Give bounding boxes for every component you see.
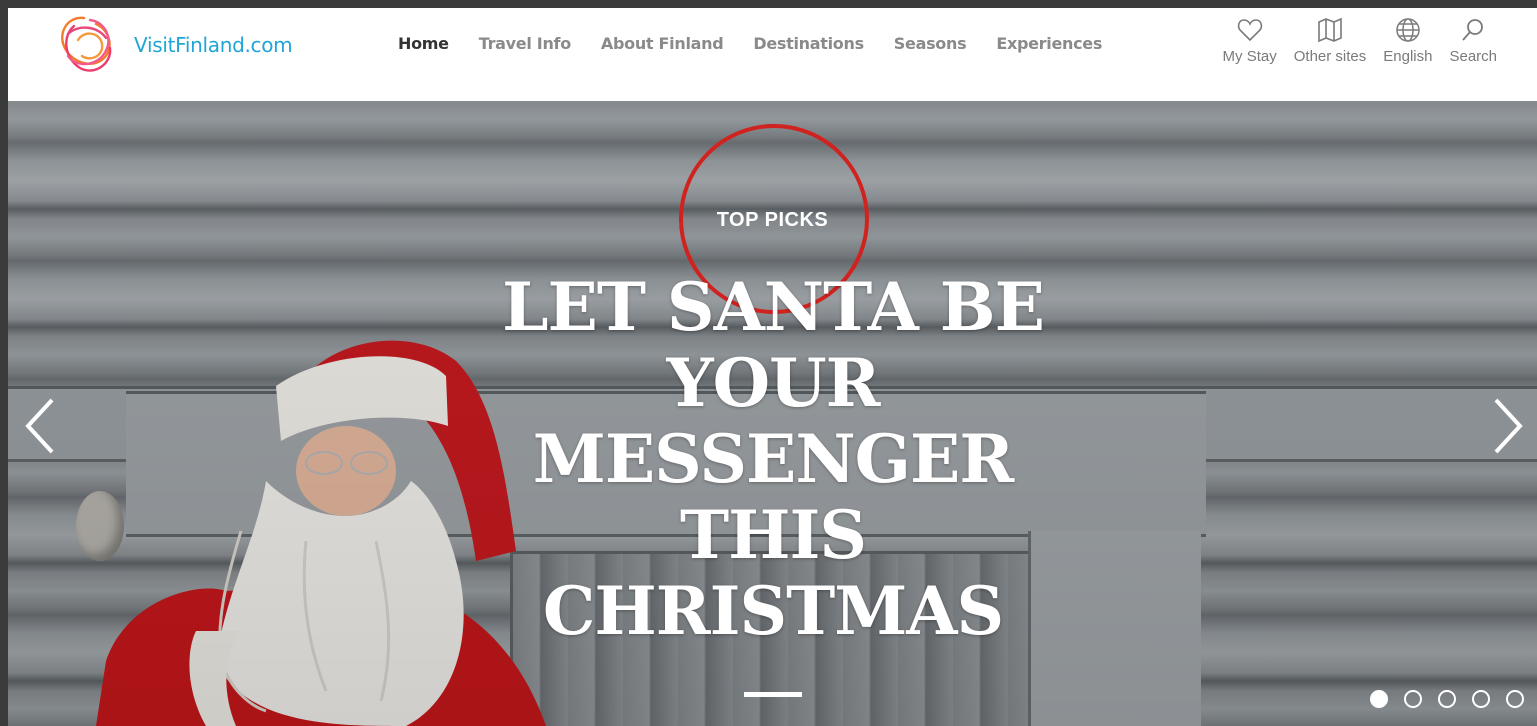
language-button[interactable]: English (1383, 16, 1432, 65)
carousel-dot-1[interactable] (1370, 690, 1388, 708)
window-frame-left (0, 8, 8, 726)
hero-tag[interactable]: TOP PICKS (8, 209, 1537, 232)
carousel-dot-2[interactable] (1404, 690, 1422, 708)
nav-travel-info[interactable]: Travel Info (479, 34, 571, 53)
map-icon (1318, 17, 1342, 43)
carousel-dot-4[interactable] (1472, 690, 1490, 708)
globe-icon (1396, 18, 1420, 42)
window-frame-top (0, 0, 1537, 8)
other-sites-button[interactable]: Other sites (1293, 16, 1367, 65)
previous-slide-icon[interactable] (20, 396, 60, 456)
search-icon (1462, 19, 1484, 41)
language-label: English (1383, 48, 1433, 65)
search-button[interactable]: Search (1449, 16, 1497, 65)
brand-name[interactable]: VisitFinland.com (134, 33, 293, 57)
hero-headline[interactable]: LET SANTA BE YOUR MESSENGER THIS CHRISTM… (448, 269, 1098, 649)
headline-divider (744, 692, 802, 697)
nav-about-finland[interactable]: About Finland (601, 34, 724, 53)
nav-home[interactable]: Home (398, 34, 449, 53)
carousel-pagination (1370, 690, 1537, 708)
utility-nav: My Stay Other sites English Search (1206, 16, 1497, 65)
search-label: Search (1449, 48, 1497, 65)
nav-destinations[interactable]: Destinations (753, 34, 864, 53)
other-sites-label: Other sites (1293, 48, 1367, 65)
carousel-dot-5[interactable] (1506, 690, 1524, 708)
nav-experiences[interactable]: Experiences (996, 34, 1102, 53)
hero-carousel: TOP PICKS LET SANTA BE YOUR MESSENGER TH… (8, 101, 1537, 726)
nav-seasons[interactable]: Seasons (894, 34, 967, 53)
main-nav: Home Travel Info About Finland Destinati… (398, 34, 1132, 53)
next-slide-icon[interactable] (1488, 396, 1528, 456)
heart-icon (1237, 19, 1262, 42)
my-stay-button[interactable]: My Stay (1223, 16, 1277, 65)
carousel-dot-3[interactable] (1438, 690, 1456, 708)
visitfinland-logo-icon[interactable] (54, 12, 118, 80)
site-header: VisitFinland.com Home Travel Info About … (8, 8, 1537, 101)
my-stay-label: My Stay (1222, 48, 1277, 65)
